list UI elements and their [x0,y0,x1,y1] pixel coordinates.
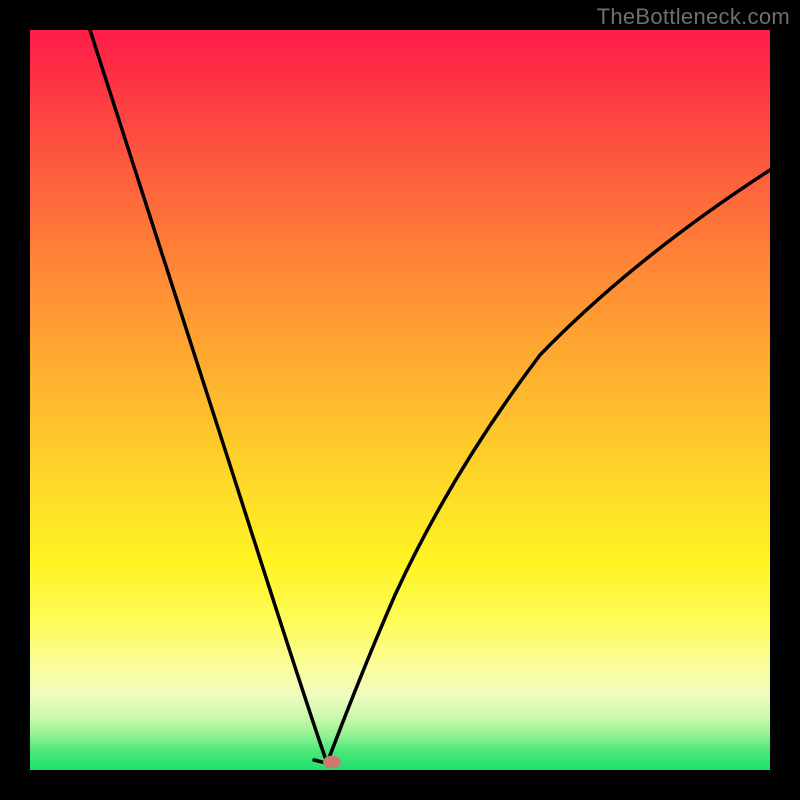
curve-path [90,30,770,763]
chart-frame: TheBottleneck.com [0,0,800,800]
bottleneck-curve [30,30,770,770]
plot-area [30,30,770,770]
minimum-marker [323,756,341,769]
watermark-text: TheBottleneck.com [597,4,790,30]
